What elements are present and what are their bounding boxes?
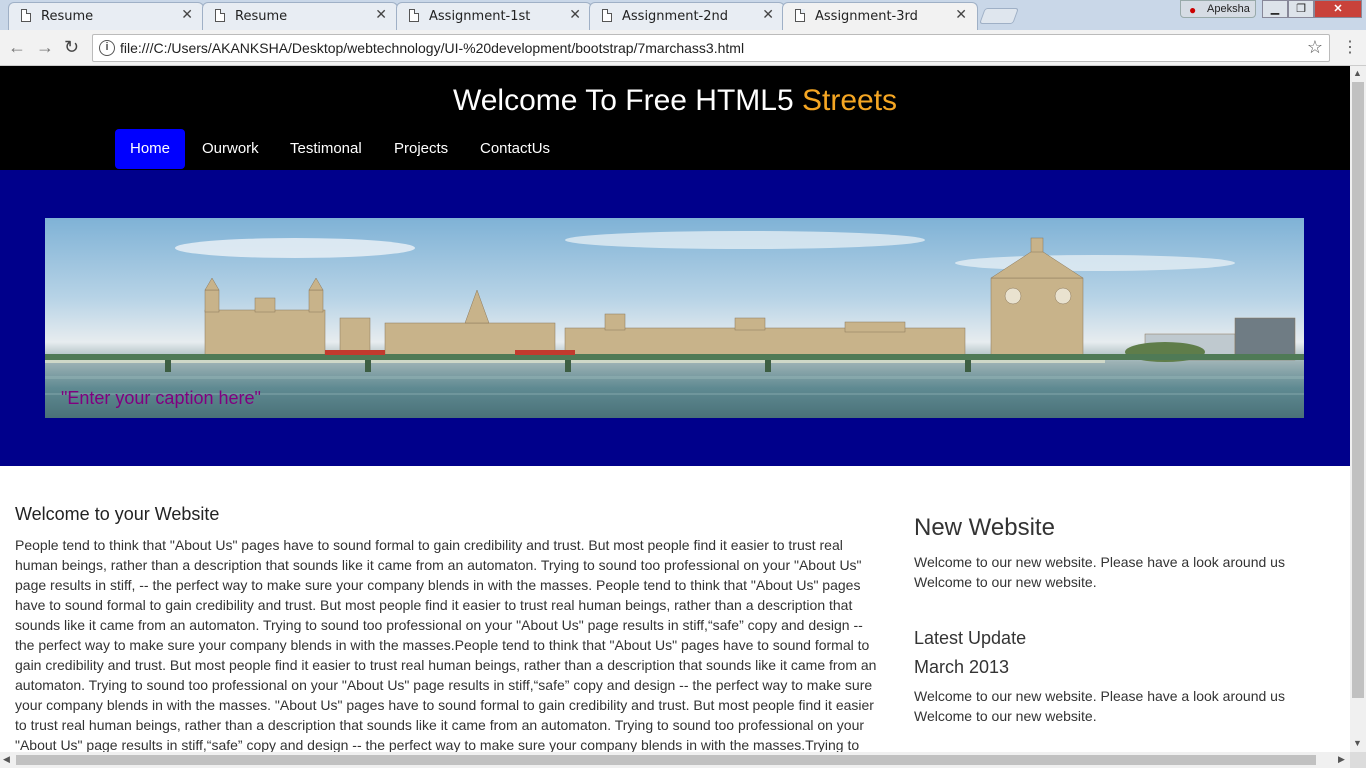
main-heading: Welcome to your Website <box>15 504 220 524</box>
tab-label: Assignment-2nd <box>622 9 728 24</box>
tab-label: Assignment-1st <box>429 9 531 24</box>
nav-item-home[interactable]: Home <box>115 129 185 169</box>
minimize-button[interactable]: ▁ <box>1262 0 1288 18</box>
vertical-scrollbar[interactable]: ▲ ▼ <box>1350 66 1366 752</box>
vertical-scroll-thumb[interactable] <box>1352 82 1364 698</box>
profile-name: Apeksha <box>1207 3 1250 15</box>
nav-item-testimonal[interactable]: Testimonal <box>275 129 377 169</box>
scroll-right-icon[interactable]: ▶ <box>1338 754 1345 765</box>
content-area: Welcome to your Website People tend to t… <box>0 466 1350 752</box>
tab-assignment-3rd[interactable]: Assignment-3rd ✕ <box>782 2 978 31</box>
scroll-down-icon[interactable]: ▼ <box>1353 738 1362 748</box>
close-icon[interactable]: ✕ <box>955 7 967 23</box>
document-icon <box>795 9 805 22</box>
tab-resume-2[interactable]: Resume ✕ <box>202 2 398 30</box>
sidebar-text: Welcome to our new website. Please have … <box>914 554 1285 590</box>
tab-label: Resume <box>235 9 288 24</box>
profile-button[interactable]: ● Apeksha <box>1180 0 1256 18</box>
kebab-menu-icon[interactable]: ⋮ <box>1342 37 1358 57</box>
scroll-left-icon[interactable]: ◀ <box>3 754 10 765</box>
maximize-button[interactable]: ❐ <box>1288 0 1314 18</box>
nav-item-contactus[interactable]: ContactUs <box>465 129 565 169</box>
address-bar[interactable]: i file:///C:/Users/AKANKSHA/Desktop/webt… <box>92 34 1330 62</box>
latest-update-heading: Latest Update <box>914 628 1027 648</box>
horizontal-scroll-thumb[interactable] <box>16 755 1316 765</box>
scroll-up-icon[interactable]: ▲ <box>1353 68 1362 78</box>
scrollbar-corner <box>1350 752 1366 768</box>
main-column: Welcome to your Website People tend to t… <box>15 504 881 752</box>
document-icon <box>21 9 31 22</box>
new-tab-button[interactable] <box>979 8 1019 24</box>
banner-section: "Enter your caption here" <box>0 170 1350 466</box>
browser-tab-strip: Resume ✕ Resume ✕ Assignment-1st ✕ Assig… <box>0 0 1366 31</box>
arrow-right-icon[interactable]: → <box>36 37 54 58</box>
site-header: Welcome To Free HTML5 Streets Home Ourwo… <box>0 66 1350 170</box>
nav-item-projects[interactable]: Projects <box>379 129 463 169</box>
star-icon[interactable]: ☆ <box>1307 37 1323 58</box>
arrow-left-icon[interactable]: ← <box>8 37 26 58</box>
tab-assignment-1st[interactable]: Assignment-1st ✕ <box>396 2 592 30</box>
document-icon <box>409 9 419 22</box>
horizontal-scrollbar[interactable]: ◀ ▶ <box>0 752 1350 768</box>
tab-resume-1[interactable]: Resume ✕ <box>8 2 204 30</box>
nav-item-ourwork[interactable]: Ourwork <box>187 129 274 169</box>
document-icon <box>215 9 225 22</box>
site-title: Welcome To Free HTML5 Streets <box>0 84 1350 118</box>
user-icon: ● <box>1189 3 1197 17</box>
reload-icon[interactable]: ↻ <box>64 37 79 58</box>
banner-caption: "Enter your caption here" <box>61 388 261 408</box>
document-icon <box>602 9 612 22</box>
info-icon[interactable]: i <box>99 40 115 56</box>
tab-label: Assignment-3rd <box>815 9 918 24</box>
sidebar-column: New Website Welcome to our new website. … <box>914 514 1334 726</box>
close-icon[interactable]: ✕ <box>181 7 193 23</box>
close-icon[interactable]: ✕ <box>762 7 774 23</box>
sidebar-heading: New Website <box>914 514 1055 541</box>
latest-update-date: March 2013 <box>914 657 1010 677</box>
page-viewport: Welcome To Free HTML5 Streets Home Ourwo… <box>0 66 1350 752</box>
main-body-text: People tend to think that "About Us" pag… <box>15 537 877 752</box>
browser-toolbar: ← → ↻ i file:///C:/Users/AKANKSHA/Deskto… <box>0 30 1366 66</box>
window-close-button[interactable]: ✕ <box>1314 0 1362 18</box>
tab-label: Resume <box>41 9 94 24</box>
close-icon[interactable]: ✕ <box>569 7 581 23</box>
latest-update-text: Welcome to our new website. Please have … <box>914 688 1285 724</box>
close-icon[interactable]: ✕ <box>375 7 387 23</box>
tab-assignment-2nd[interactable]: Assignment-2nd ✕ <box>589 2 785 30</box>
url-text[interactable]: file:///C:/Users/AKANKSHA/Desktop/webtec… <box>120 40 744 56</box>
site-title-accent: Streets <box>801 84 898 117</box>
banner-image: "Enter your caption here" <box>45 218 1304 418</box>
site-title-main: Welcome To Free HTML5 <box>452 84 794 117</box>
